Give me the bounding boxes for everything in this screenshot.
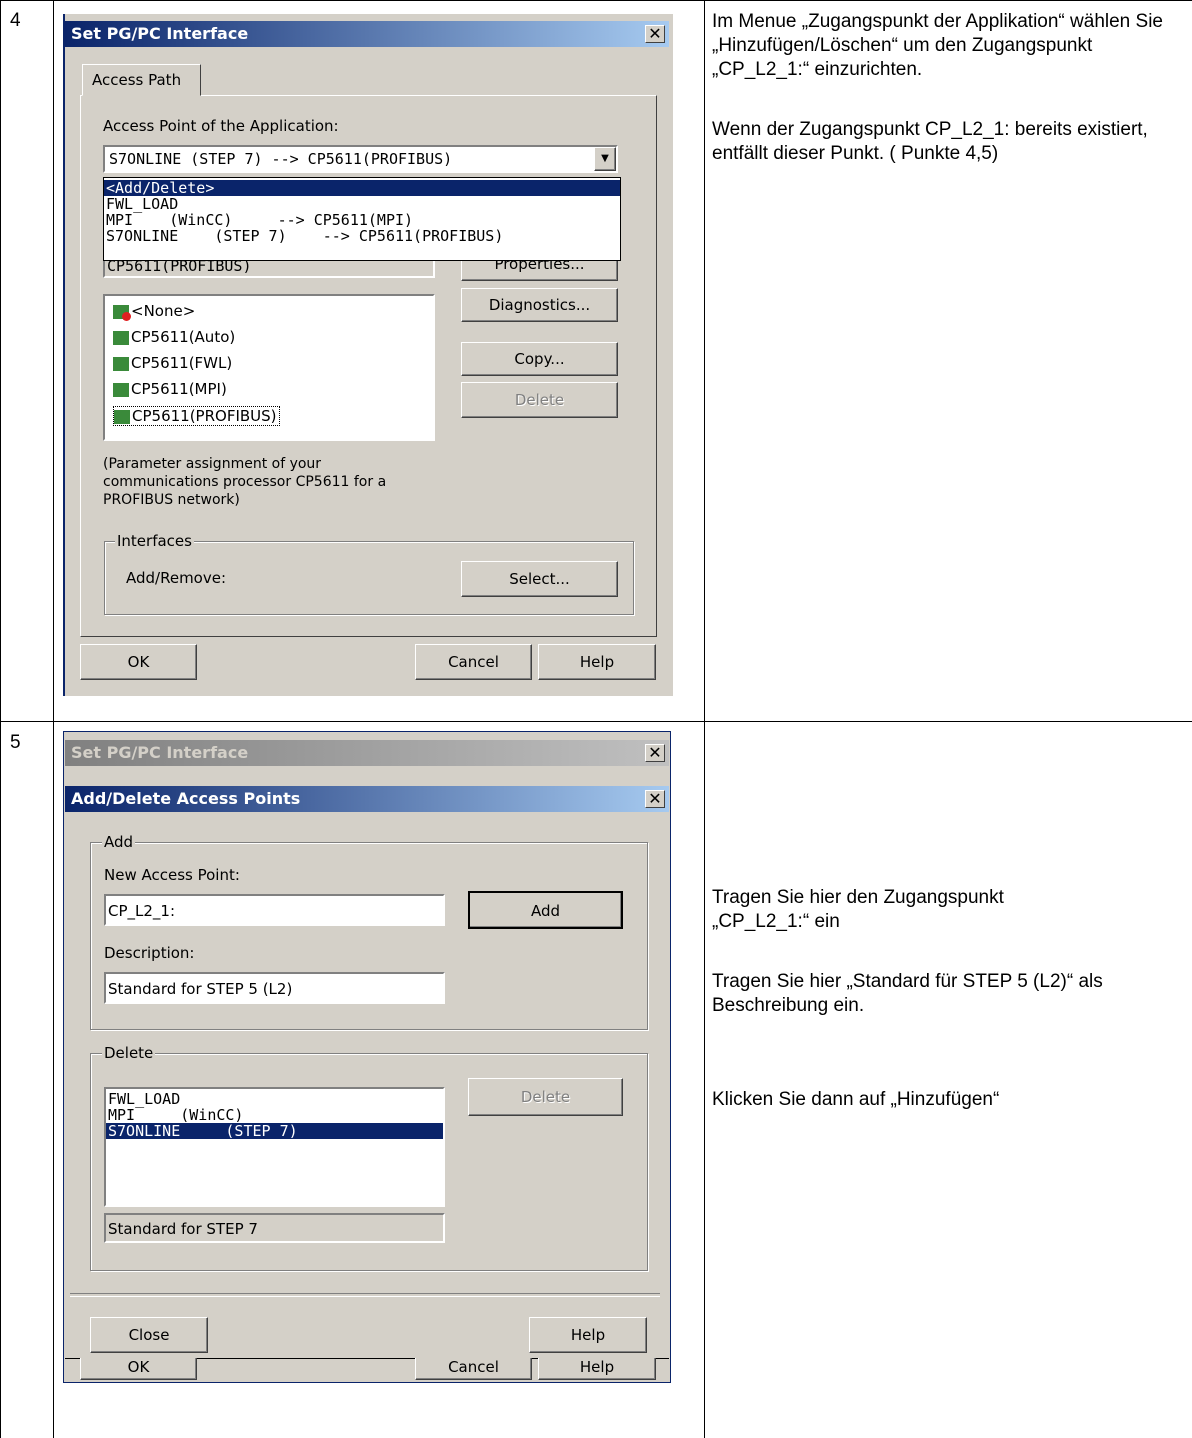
help-button-background[interactable]: Help: [538, 1358, 656, 1380]
desc-paragraph: Tragen Sie hier „Standard für STEP 5 (L2…: [712, 971, 1103, 1016]
desc-paragraph: Klicken Sie dann auf „Hinzufügen“: [712, 1089, 1000, 1110]
ok-button[interactable]: OK: [80, 644, 197, 680]
list-item[interactable]: FWL_LOAD: [106, 1091, 443, 1107]
info-text: (Parameter assignment of your communicat…: [103, 456, 387, 508]
cancel-button[interactable]: Cancel: [415, 1358, 532, 1380]
desc-paragraph: Wenn der Zugangspunkt CP_L2_1: bereits e…: [712, 119, 1148, 164]
close-icon[interactable]: ✕: [645, 25, 665, 43]
new-access-point-input[interactable]: CP_L2_1:: [104, 894, 445, 926]
interface-none-icon: [113, 304, 131, 321]
access-point-list[interactable]: FWL_LOAD MPI (WinCC) S7ONLINE (STEP 7): [104, 1087, 445, 1207]
step-number: 5: [10, 732, 21, 753]
access-point-dropdown[interactable]: <Add/Delete> FWL_LOAD MPI (WinCC) --> CP…: [103, 177, 621, 261]
close-icon[interactable]: ✕: [645, 790, 665, 808]
table-divider-2: [704, 0, 705, 1438]
dropdown-option[interactable]: <Add/Delete>: [104, 180, 620, 196]
interfaces-group-label: Interfaces: [115, 532, 194, 550]
delete-button[interactable]: Delete: [461, 382, 618, 418]
dialog-titlebar: Set PG/PC Interface: [65, 21, 669, 47]
network-card-icon: [114, 409, 130, 424]
access-point-label: Access Point of the Application:: [103, 117, 339, 135]
delete-button[interactable]: Delete: [468, 1078, 623, 1116]
chevron-down-icon[interactable]: ▼: [594, 147, 616, 171]
list-item[interactable]: CP5611(PROFIBUS): [113, 406, 280, 426]
add-group-label: Add: [102, 833, 136, 851]
new-access-point-label: New Access Point:: [104, 866, 240, 884]
network-card-icon: [113, 356, 129, 371]
list-item[interactable]: <None>: [113, 302, 195, 321]
ok-button[interactable]: OK: [80, 1358, 197, 1380]
access-point-description: Standard for STEP 7: [104, 1213, 445, 1243]
step-number: 4: [10, 10, 21, 31]
diagnostics-button[interactable]: Diagnostics...: [461, 288, 618, 322]
interface-list[interactable]: <None> CP5611(Auto) CP5611(FWL) CP5611(M…: [103, 294, 435, 441]
step-description: Im Menue „Zugangspunkt der Applikation“ …: [712, 10, 1182, 166]
list-item[interactable]: S7ONLINE (STEP 7): [106, 1123, 443, 1139]
list-item[interactable]: CP5611(Auto): [113, 328, 235, 346]
access-point-combo[interactable]: S7ONLINE (STEP 7) --> CP5611(PROFIBUS) ▼: [103, 145, 618, 173]
list-item[interactable]: CP5611(MPI): [113, 380, 227, 398]
close-button[interactable]: Close: [90, 1317, 208, 1353]
dropdown-option[interactable]: MPI (WinCC) --> CP5611(MPI): [104, 212, 620, 228]
network-card-icon: [113, 382, 129, 397]
dropdown-option[interactable]: S7ONLINE (STEP 7) --> CP5611(PROFIBUS): [104, 228, 620, 244]
dialog-titlebar: Add/Delete Access Points: [65, 786, 669, 812]
select-button[interactable]: Select...: [461, 561, 618, 597]
parent-title: Set PG/PC Interface: [71, 743, 249, 762]
separator: [70, 1293, 660, 1297]
description-label: Description:: [104, 944, 195, 962]
help-button[interactable]: Help: [538, 644, 656, 680]
copy-button[interactable]: Copy...: [461, 342, 618, 376]
delete-group-label: Delete: [102, 1044, 156, 1062]
add-button[interactable]: Add: [468, 891, 623, 929]
tab-access-path[interactable]: Access Path: [82, 64, 201, 96]
table-border-top: [0, 0, 1192, 1]
close-icon[interactable]: ✕: [645, 744, 665, 762]
list-item[interactable]: CP5611(FWL): [113, 354, 232, 372]
network-card-icon: [113, 330, 129, 345]
cancel-button[interactable]: Cancel: [415, 644, 532, 680]
step-description: Tragen Sie hier den Zugangspunkt „CP_L2_…: [712, 886, 1182, 1112]
table-border-row: [0, 721, 1192, 722]
list-item[interactable]: MPI (WinCC): [106, 1107, 443, 1123]
parent-titlebar: Set PG/PC Interface: [65, 740, 669, 766]
dialog-title: Add/Delete Access Points: [71, 789, 301, 808]
help-button[interactable]: Help: [529, 1317, 647, 1353]
desc-paragraph: Tragen Sie hier den Zugangspunkt „CP_L2_…: [712, 887, 1004, 932]
desc-paragraph: Im Menue „Zugangspunkt der Applikation“ …: [712, 11, 1163, 80]
table-divider-1: [53, 0, 54, 1438]
description-input[interactable]: Standard for STEP 5 (L2): [104, 972, 445, 1004]
dropdown-option[interactable]: FWL_LOAD: [104, 196, 620, 212]
add-remove-label: Add/Remove:: [126, 569, 227, 587]
dialog-title: Set PG/PC Interface: [71, 24, 249, 43]
table-border-left: [0, 0, 1, 1438]
